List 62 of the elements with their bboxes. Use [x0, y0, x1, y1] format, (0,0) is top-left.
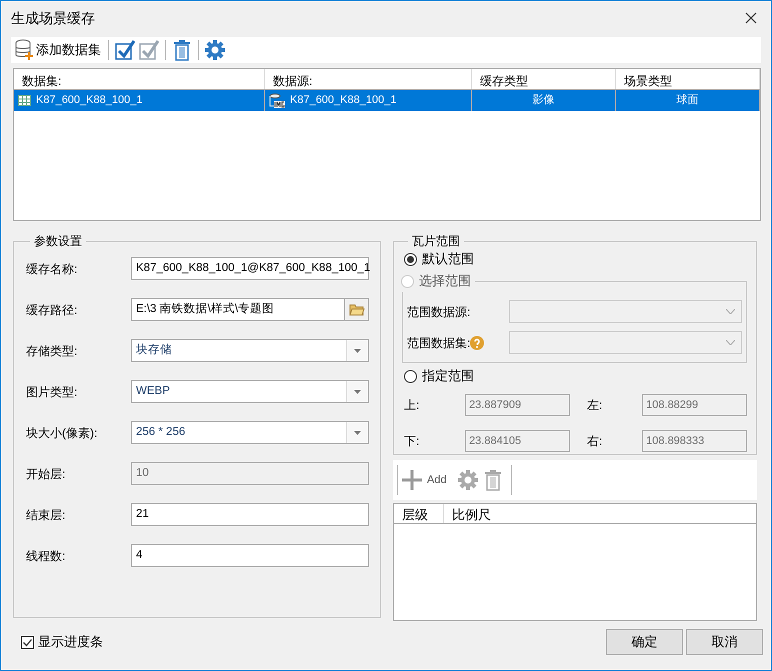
table-row[interactable]: K87_600_K88_100_1 K87_600_K88_100_1 影像 球面	[14, 90, 760, 111]
table-cell-text: K87_600_K88_100_1	[290, 93, 396, 108]
caret-icon	[354, 348, 361, 352]
plus-icon	[401, 469, 423, 491]
caret-icon	[354, 390, 361, 394]
radio-button[interactable]	[404, 370, 417, 382]
table-cell-text: K87_600_K88_100_1	[36, 93, 142, 108]
dropdown[interactable]: 256 * 256	[131, 421, 369, 444]
field-label: 结束层:	[26, 506, 66, 524]
path-field[interactable]: E:\3 南铁数据\样式\专题图	[131, 298, 369, 321]
field-label: 存储类型:	[26, 342, 78, 360]
field-label: 开始层:	[26, 466, 66, 482]
field-label: 线程数:	[26, 548, 66, 564]
text-field[interactable]: 21	[131, 503, 369, 526]
column-header: 数据集:	[14, 69, 265, 89]
column-header: 比例尺	[451, 506, 492, 523]
text-field[interactable]: K87_600_K88_100_1@K87_600_K88_100_1	[131, 257, 369, 280]
add-button[interactable]: Add	[400, 469, 448, 491]
column-header: 缓存类型	[472, 69, 616, 89]
chevron-icon	[726, 340, 734, 345]
delete-icon[interactable]	[172, 39, 192, 61]
dropdown[interactable]: 块存储	[131, 339, 369, 362]
radio-label[interactable]: 指定范围	[422, 366, 474, 386]
field-label: 上:	[404, 397, 420, 414]
window-title: 生成场景缓存	[11, 8, 95, 28]
settings-icon[interactable]	[458, 470, 478, 490]
chevron-icon	[726, 309, 734, 314]
text-field[interactable]: 4	[131, 544, 369, 567]
field-label: 图片类型:	[26, 384, 78, 400]
browse-button[interactable]	[344, 299, 368, 320]
checkbox-icon[interactable]	[139, 39, 159, 61]
column-header: 数据源:	[265, 69, 472, 89]
ok-button[interactable]: 确定	[606, 629, 683, 655]
field-label: 范围数据集:	[407, 334, 470, 352]
radio-label[interactable]: 默认范围	[422, 249, 474, 269]
field-label: 范围数据源:	[407, 304, 470, 320]
group-title: 参数设置	[33, 234, 83, 248]
radio-button[interactable]	[404, 252, 417, 266]
checkbox-icon	[21, 636, 34, 648]
progress-checkbox[interactable]: 显示进度条	[21, 632, 103, 652]
select-all-icon[interactable]	[115, 39, 135, 61]
field-label: 缓存路径:	[26, 302, 78, 318]
field-label: 右:	[586, 433, 604, 450]
column-header: 层级	[394, 504, 444, 523]
settings-icon[interactable]	[205, 40, 225, 60]
field-label: 下:	[404, 433, 420, 450]
table-cell-text: 球面	[676, 93, 698, 108]
image-dataset-icon	[269, 93, 285, 108]
close-icon[interactable]	[745, 12, 757, 24]
column-header: 场景类型	[616, 69, 760, 89]
field-label: 左:	[586, 397, 604, 414]
add-dataset-button[interactable]: 添加数据集	[13, 39, 102, 61]
field-label: 缓存名称:	[26, 260, 78, 278]
dropdown[interactable]: WEBP	[131, 380, 369, 403]
folder-icon	[348, 303, 364, 316]
table-cell-text: 影像	[532, 93, 554, 108]
group-title: 瓦片范围	[411, 234, 461, 248]
field-label: 块大小(像素):	[26, 424, 98, 442]
cancel-button[interactable]: 取消	[686, 629, 763, 655]
caret-icon	[354, 430, 361, 434]
grid-icon	[18, 95, 31, 106]
delete-icon[interactable]	[482, 469, 503, 491]
